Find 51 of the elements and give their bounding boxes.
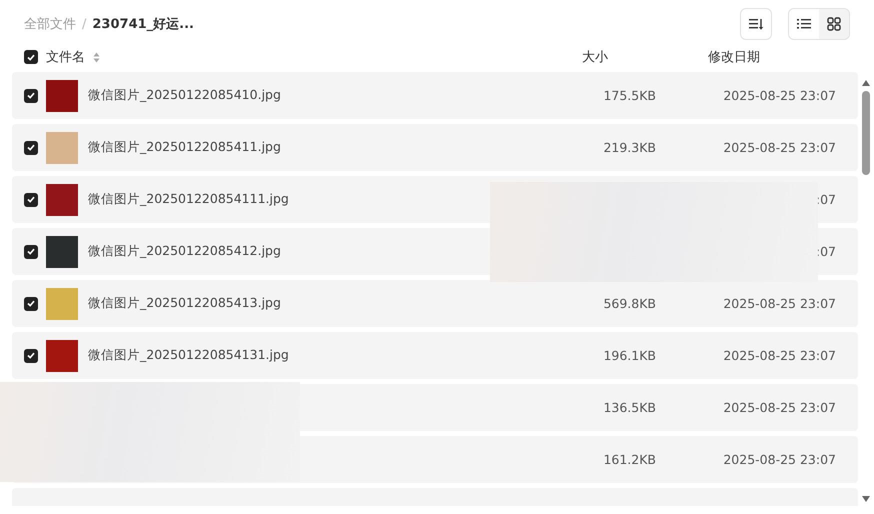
modified-date: 2025-08-25 23:07 <box>723 88 836 103</box>
modified-date: 2025-08-25 23:07 <box>723 296 836 311</box>
row-checkbox[interactable] <box>24 88 38 102</box>
breadcrumb-item: 230741_好运... <box>92 16 194 33</box>
modified-date: :07 <box>816 192 836 207</box>
modified-date: 2025-08-25 23:07 <box>723 452 836 467</box>
file-size: 175.5KB <box>603 88 656 103</box>
file-size: 219.3KB <box>603 140 656 155</box>
grid-icon <box>827 17 841 31</box>
sort-button[interactable] <box>740 8 772 40</box>
checkmark-icon <box>27 352 35 359</box>
modified-date: 2025-08-25 23:07 <box>723 400 836 415</box>
modified-date: 2025-08-25 23:07 <box>723 348 836 363</box>
list-view-button[interactable] <box>789 9 819 39</box>
file-row[interactable]: 微信图片_20250122085410.jpg 175.5KB 2025-08-25 23:07 <box>12 72 858 119</box>
file-name[interactable]: 微信图片_20250122085411.jpg <box>88 139 281 156</box>
breadcrumb-separator: / <box>82 16 86 32</box>
file-name[interactable]: 微信图片_20250122085410.jpg <box>88 87 281 104</box>
modified-date: :07 <box>816 244 836 259</box>
row-checkbox[interactable] <box>24 296 38 310</box>
file-size: 161.2KB <box>603 452 656 467</box>
list-icon <box>797 18 811 30</box>
file-size: 569.8KB <box>603 296 656 311</box>
file-name[interactable]: 微信图片_20250122085412.jpg <box>88 243 281 260</box>
checkmark-icon <box>27 54 35 60</box>
file-row[interactable]: 微信图片_202501220854131.jpg 196.1KB 2025-08-25 23:07 <box>12 332 858 379</box>
row-checkbox[interactable] <box>24 244 38 258</box>
row-checkbox[interactable] <box>24 348 38 362</box>
select-all-checkbox[interactable] <box>24 50 38 64</box>
row-checkbox[interactable] <box>24 140 38 154</box>
checkmark-icon <box>27 92 35 99</box>
scrollbar-thumb[interactable] <box>862 91 870 175</box>
file-row[interactable]: 微信图片_20250122085413.jpg 569.8KB 2025-08-25 23:07 <box>12 280 858 327</box>
column-header: 修改日期 <box>708 49 760 66</box>
checkmark-icon <box>27 300 35 307</box>
checkmark-icon <box>27 248 35 255</box>
file-name[interactable]: 微信图片_202501220854131.jpg <box>88 347 289 364</box>
file-name[interactable]: 微信图片_202501220854111.jpg <box>88 191 289 208</box>
column-header: 大小 <box>582 49 608 66</box>
checkmark-icon <box>27 144 35 151</box>
file-size: 196.1KB <box>603 348 656 363</box>
checkmark-icon <box>27 196 35 203</box>
sort-lines-icon <box>748 17 764 31</box>
file-size: 136.5KB <box>603 400 656 415</box>
scroll-up-icon[interactable] <box>861 79 871 87</box>
modified-date: 2025-08-25 23:07 <box>723 140 836 155</box>
file-row[interactable]: 微信图片_20250122085411.jpg 219.3KB 2025-08-25 23:07 <box>12 124 858 171</box>
row-checkbox[interactable] <box>24 192 38 206</box>
file-name[interactable]: 微信图片_20250122085413.jpg <box>88 295 281 312</box>
scroll-down-icon[interactable] <box>861 495 871 503</box>
column-header[interactable]: 文件名 <box>46 48 85 66</box>
